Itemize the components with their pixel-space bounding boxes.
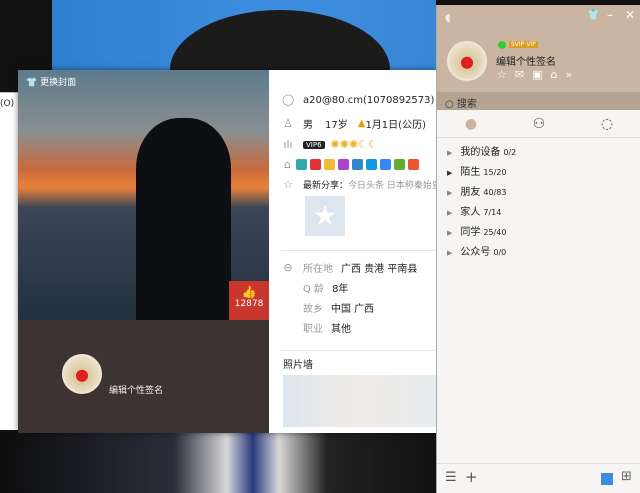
- divider: [281, 250, 436, 251]
- profile-info: ◯a20@80.cm(1070892573)♛ ♙男17岁▲1月1日(公历)摩 …: [269, 70, 436, 433]
- group-name: 陌生: [460, 167, 481, 178]
- chevron-right-icon: ▶: [447, 229, 453, 237]
- like-count: 12878: [234, 299, 264, 309]
- birthday: 1月1日(公历): [365, 120, 426, 131]
- group-count: 0/0: [493, 248, 507, 257]
- signature[interactable]: 编辑个性签名: [496, 53, 556, 68]
- profile-card: 👕 更换封面 👍 12878 编辑个性签名 ◯ a20@80.cm(10708925…: [18, 70, 436, 433]
- location-label: 所在地: [303, 264, 333, 275]
- skin-icon[interactable]: 👕: [587, 10, 599, 21]
- thumbs-up-icon: 👍: [241, 285, 257, 299]
- group-count: 0/2: [503, 148, 517, 157]
- search-icon: ○: [445, 99, 454, 110]
- silhouette: [136, 118, 231, 320]
- job: 其他: [331, 324, 351, 335]
- job-label: 职业: [303, 324, 323, 335]
- group-name: 朋友: [460, 187, 481, 198]
- tab-contacts[interactable]: ●: [437, 110, 505, 137]
- group-item[interactable]: ▶ 公众号 0/0: [447, 243, 506, 258]
- chevron-right-icon: ▶: [447, 249, 453, 257]
- qage: 8年: [332, 284, 349, 295]
- desktop-background-bottom: [0, 433, 436, 493]
- vip-badge[interactable]: SVIP VIP: [509, 41, 538, 48]
- panel-header: ◖ 👕 – ✕ SVIP VIP 编辑个性签名 ☆✉▣⌂»: [437, 5, 640, 92]
- avatar[interactable]: [62, 354, 102, 394]
- group-item[interactable]: ▶ 朋友 40/83: [447, 183, 506, 198]
- tab-groups[interactable]: ⚇: [505, 110, 573, 137]
- qq-main-panel: ◖ 👕 – ✕ SVIP VIP 编辑个性签名 ☆✉▣⌂» ○ 搜索 ● ⚇ ◌…: [436, 5, 640, 493]
- tab-bar: ● ⚇ ◌: [437, 110, 640, 138]
- gender: 男: [303, 120, 313, 131]
- person-icon: ♙: [283, 116, 293, 130]
- latest-share-label: 最新分享：: [303, 181, 349, 191]
- cake-icon: ▲: [357, 118, 366, 129]
- search-input[interactable]: ○ 搜索: [437, 92, 640, 110]
- qq-icon: ◯: [282, 93, 295, 106]
- age: 17岁: [325, 120, 348, 131]
- cloud-icon[interactable]: [601, 473, 613, 485]
- signature[interactable]: 编辑个性签名: [109, 383, 163, 396]
- shirt-icon: 👕: [26, 78, 41, 88]
- qzone-thumbnail[interactable]: ★: [305, 196, 345, 236]
- more-icon: ⊖: [283, 260, 293, 274]
- vip-badge: VIP6: [303, 140, 325, 149]
- group-count: 7/14: [483, 208, 502, 217]
- group-item[interactable]: ▶ 家人 7/14: [447, 203, 501, 218]
- photo-wall-title: 照片墙: [283, 360, 313, 371]
- group-count: 15/20: [483, 168, 507, 177]
- level-icons: ✺✺✺☾☾: [330, 138, 378, 151]
- cover-photo: 👕 更换封面 👍 12878: [18, 70, 269, 320]
- profile-lower: 编辑个性签名: [18, 320, 269, 433]
- group-item[interactable]: ▶ 我的设备 0/2: [447, 143, 516, 158]
- group-item[interactable]: ▶ 同学 25/40: [447, 223, 506, 238]
- group-name: 同学: [460, 227, 481, 238]
- latest-share-link[interactable]: 今日头条 日本称秦始皇: [348, 178, 436, 191]
- close-button[interactable]: ✕: [625, 8, 635, 22]
- app-icons[interactable]: ☆✉▣⌂»: [497, 68, 580, 81]
- avatar[interactable]: [447, 41, 487, 81]
- hometown-label: 故乡: [303, 304, 323, 315]
- qage-label: Q 龄: [303, 284, 325, 295]
- group-count: 25/40: [483, 228, 507, 237]
- level-icon: ılı: [283, 137, 293, 151]
- change-cover-button[interactable]: 👕 更换封面: [26, 75, 76, 88]
- group-name: 公众号: [460, 247, 491, 258]
- add-icon[interactable]: +: [465, 468, 478, 486]
- group-item[interactable]: ▶ 陌生 15/20: [447, 163, 506, 178]
- chevron-right-icon: ▶: [447, 169, 453, 177]
- group-name: 我的设备: [460, 147, 501, 158]
- menu-icon[interactable]: ☰: [445, 470, 457, 485]
- apps-grid-icon[interactable]: ⊞: [621, 469, 632, 484]
- location: 广西 贵港 平南县: [341, 264, 418, 275]
- hometown: 中国 广西: [331, 304, 375, 315]
- search-placeholder: 搜索: [456, 99, 477, 110]
- gift-icon: ⌂: [284, 158, 291, 171]
- chevron-right-icon: ▶: [447, 189, 453, 197]
- chevron-right-icon: ▶: [447, 149, 453, 157]
- like-button[interactable]: 👍 12878: [229, 281, 269, 320]
- divider: [281, 350, 436, 351]
- background-window[interactable]: (O): [0, 92, 18, 430]
- photo-wall[interactable]: [283, 375, 436, 427]
- account: a20@80.cm(1070892573): [303, 94, 435, 106]
- star-icon: ☆: [283, 177, 293, 191]
- minimize-button[interactable]: –: [607, 8, 613, 22]
- group-count: 40/83: [483, 188, 507, 197]
- chevron-right-icon: ▶: [447, 209, 453, 217]
- tab-messages[interactable]: ◌: [573, 110, 640, 137]
- online-status-icon[interactable]: [498, 41, 506, 49]
- qq-logo-icon: ◖: [445, 11, 451, 24]
- group-name: 家人: [460, 207, 481, 218]
- change-cover-label: 更换封面: [40, 78, 77, 88]
- panel-footer: ☰ + ⊞: [437, 463, 640, 493]
- menu-text: (O): [0, 99, 15, 109]
